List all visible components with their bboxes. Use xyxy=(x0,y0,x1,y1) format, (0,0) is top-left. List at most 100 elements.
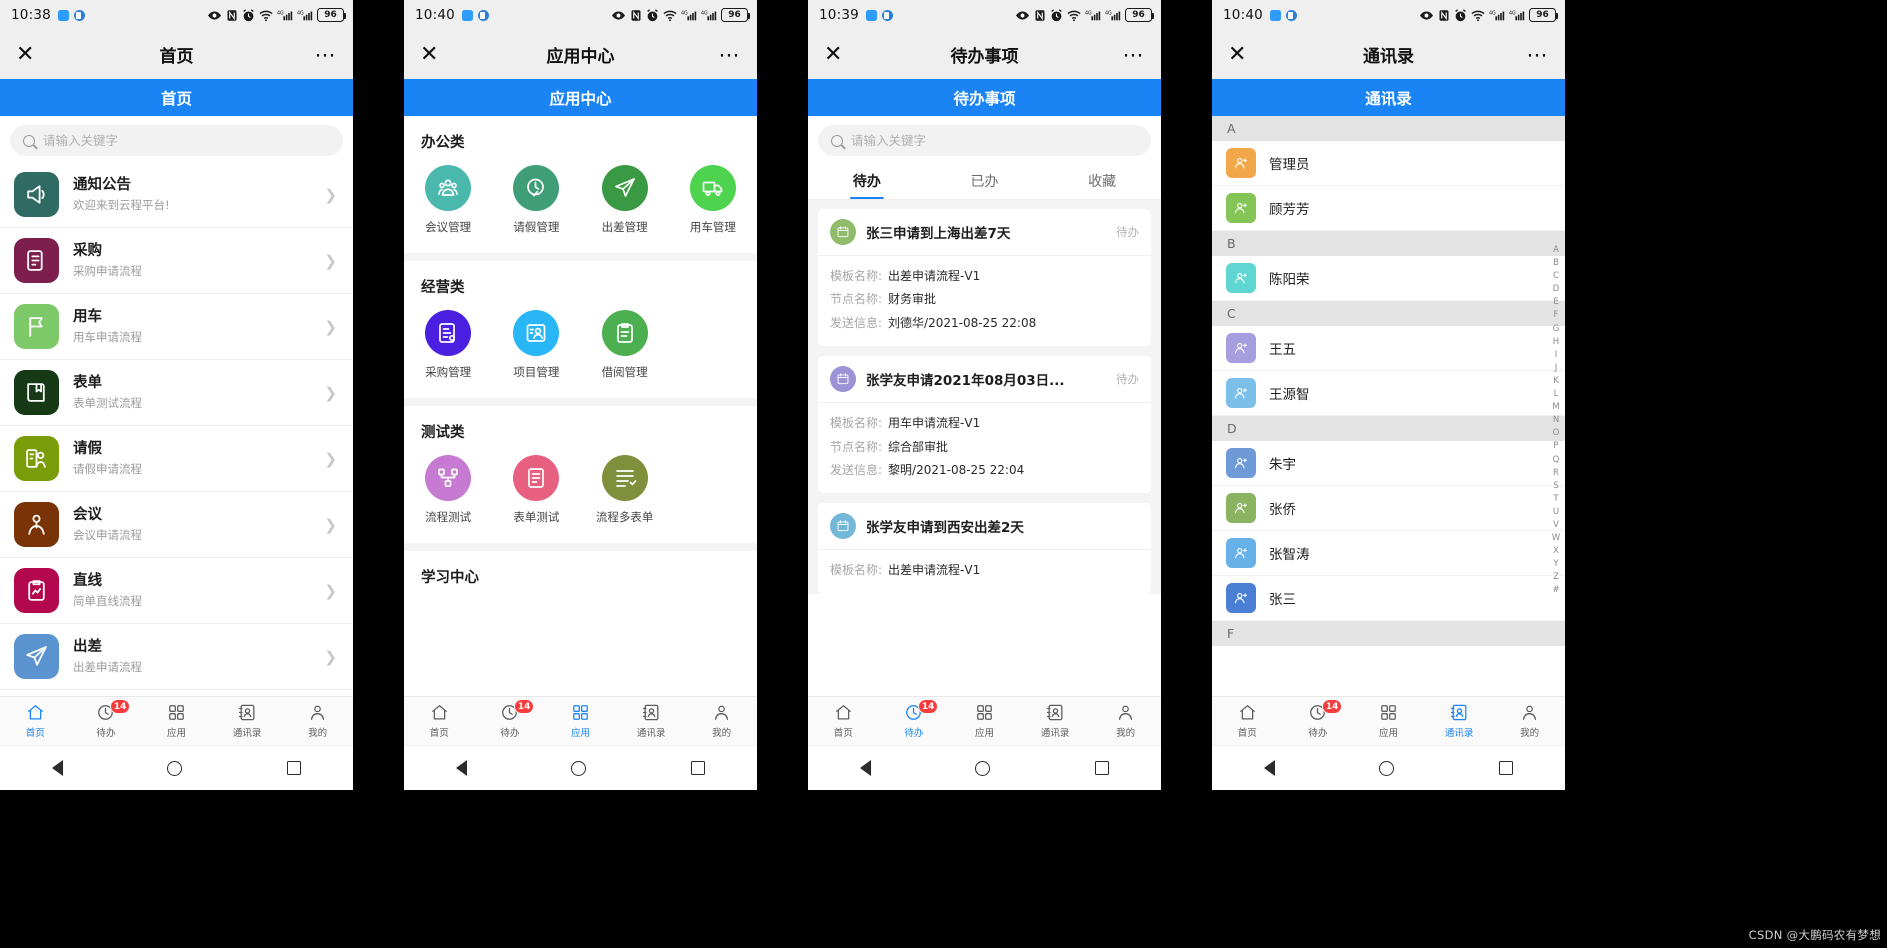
list-item[interactable]: 表单 表单测试流程 ❯ xyxy=(0,360,353,426)
close-icon[interactable]: ✕ xyxy=(1228,43,1246,66)
list-item[interactable]: 出差 出差申请流程 ❯ xyxy=(0,624,353,690)
list-item[interactable]: 会议 会议申请流程 ❯ xyxy=(0,492,353,558)
index-letter[interactable]: F xyxy=(1554,309,1559,322)
index-letter[interactable]: J xyxy=(1555,362,1558,375)
tab-首页[interactable]: 首页 xyxy=(808,697,879,745)
contact-row[interactable]: 张侨 xyxy=(1212,486,1565,531)
home-button[interactable] xyxy=(1379,760,1395,776)
app-tile[interactable]: 采购管理 xyxy=(404,301,492,392)
index-letter[interactable]: K xyxy=(1553,375,1559,388)
index-letter[interactable]: Q xyxy=(1553,454,1560,467)
contact-row[interactable]: 王源智 xyxy=(1212,371,1565,416)
search-input[interactable] xyxy=(43,133,330,148)
todo-tab-收藏[interactable]: 收藏 xyxy=(1043,162,1161,199)
index-letter[interactable]: Z xyxy=(1553,571,1559,584)
index-letter[interactable]: D xyxy=(1553,283,1560,296)
tab-我的[interactable]: 我的 xyxy=(1494,697,1565,745)
index-letter[interactable]: M xyxy=(1552,401,1559,414)
tab-待办[interactable]: 14 待办 xyxy=(475,697,546,745)
back-button[interactable] xyxy=(860,760,872,776)
search-box[interactable] xyxy=(10,125,343,156)
recents-button[interactable] xyxy=(1498,761,1513,775)
tab-应用[interactable]: 应用 xyxy=(545,697,616,745)
tab-待办[interactable]: 14 待办 xyxy=(1283,697,1354,745)
tab-应用[interactable]: 应用 xyxy=(1353,697,1424,745)
index-letter[interactable]: H xyxy=(1553,336,1559,349)
todo-tab-已办[interactable]: 已办 xyxy=(926,162,1044,199)
contact-row[interactable]: 朱宇 xyxy=(1212,441,1565,486)
home-button[interactable] xyxy=(975,760,991,776)
index-letter[interactable]: E xyxy=(1553,296,1558,309)
index-letter[interactable]: # xyxy=(1552,584,1559,597)
list-item[interactable]: 直线 简单直线流程 ❯ xyxy=(0,558,353,624)
recents-button[interactable] xyxy=(1094,761,1109,775)
app-tile[interactable]: 流程测试 xyxy=(404,446,492,537)
tab-待办[interactable]: 14 待办 xyxy=(71,697,142,745)
search-box[interactable] xyxy=(818,125,1151,156)
index-letter[interactable]: B xyxy=(1553,257,1559,270)
index-letter[interactable]: U xyxy=(1553,506,1559,519)
contact-row[interactable]: 顾芳芳 xyxy=(1212,186,1565,231)
tab-通讯录[interactable]: 通讯录 xyxy=(1020,697,1091,745)
index-letter[interactable]: I xyxy=(1555,349,1558,362)
tab-待办[interactable]: 14 待办 xyxy=(879,697,950,745)
tab-通讯录[interactable]: 通讯录 xyxy=(212,697,283,745)
more-options-icon[interactable]: ⋯ xyxy=(1123,44,1146,65)
close-icon[interactable]: ✕ xyxy=(420,43,438,66)
search-input[interactable] xyxy=(851,133,1138,148)
contact-row[interactable]: 张智涛 xyxy=(1212,531,1565,576)
index-letter[interactable]: L xyxy=(1554,388,1559,401)
back-button[interactable] xyxy=(1264,760,1276,776)
recents-button[interactable] xyxy=(286,761,301,775)
list-item[interactable]: 用车 用车申请流程 ❯ xyxy=(0,294,353,360)
todo-tab-待办[interactable]: 待办 xyxy=(808,162,926,199)
tab-我的[interactable]: 我的 xyxy=(686,697,757,745)
index-letter[interactable]: N xyxy=(1553,414,1559,427)
app-tile[interactable]: 请假管理 xyxy=(492,156,580,247)
app-tile[interactable]: 出差管理 xyxy=(581,156,669,247)
tab-首页[interactable]: 首页 xyxy=(404,697,475,745)
index-letter[interactable]: O xyxy=(1553,427,1560,440)
contact-row[interactable]: 张三 xyxy=(1212,576,1565,621)
index-letter[interactable]: Y xyxy=(1553,558,1558,571)
tab-通讯录[interactable]: 通讯录 xyxy=(616,697,687,745)
list-item[interactable]: 采购 采购申请流程 ❯ xyxy=(0,228,353,294)
close-icon[interactable]: ✕ xyxy=(824,43,842,66)
index-letter[interactable]: W xyxy=(1552,532,1560,545)
home-button[interactable] xyxy=(167,760,183,776)
tab-通讯录[interactable]: 通讯录 xyxy=(1424,697,1495,745)
todo-card[interactable]: 张学友申请到西安出差2天 模板名称: 出差申请流程-V1 xyxy=(818,503,1151,594)
index-letter[interactable]: V xyxy=(1553,519,1559,532)
tab-我的[interactable]: 我的 xyxy=(1090,697,1161,745)
more-options-icon[interactable]: ⋯ xyxy=(1527,44,1550,65)
tab-首页[interactable]: 首页 xyxy=(1212,697,1283,745)
app-tile[interactable]: 会议管理 xyxy=(404,156,492,247)
home-button[interactable] xyxy=(571,760,587,776)
more-options-icon[interactable]: ⋯ xyxy=(719,44,742,65)
tab-应用[interactable]: 应用 xyxy=(949,697,1020,745)
index-letter[interactable]: P xyxy=(1553,440,1558,453)
index-letter[interactable]: R xyxy=(1553,467,1559,480)
index-letter[interactable]: C xyxy=(1553,270,1559,283)
alphabet-index[interactable]: A B C D E F G H I J K L M N O P Q R S T U V W X Y Z # xyxy=(1549,244,1563,598)
back-button[interactable] xyxy=(456,760,468,776)
index-letter[interactable]: G xyxy=(1553,323,1560,336)
todo-card[interactable]: 张学友申请2021年08月03日... 待办 模板名称: 用车申请流程-V1 节点名称:… xyxy=(818,356,1151,494)
close-icon[interactable]: ✕ xyxy=(16,43,34,66)
app-tile[interactable]: 流程多表单 xyxy=(581,446,669,537)
index-letter[interactable]: S xyxy=(1553,480,1558,493)
contact-row[interactable]: 王五 xyxy=(1212,326,1565,371)
app-tile[interactable]: 项目管理 xyxy=(492,301,580,392)
index-letter[interactable]: A xyxy=(1553,244,1559,257)
contact-row[interactable]: 管理员 xyxy=(1212,141,1565,186)
more-options-icon[interactable]: ⋯ xyxy=(315,44,338,65)
tab-首页[interactable]: 首页 xyxy=(0,697,71,745)
tab-我的[interactable]: 我的 xyxy=(282,697,353,745)
tab-应用[interactable]: 应用 xyxy=(141,697,212,745)
recents-button[interactable] xyxy=(690,761,705,775)
list-item[interactable]: 通知公告 欢迎来到云程平台! ❯ xyxy=(0,162,353,228)
index-letter[interactable]: T xyxy=(1553,493,1558,506)
app-tile[interactable]: 借阅管理 xyxy=(581,301,669,392)
todo-card[interactable]: 张三申请到上海出差7天 待办 模板名称: 出差申请流程-V1 节点名称: 财务审批 发送信息… xyxy=(818,209,1151,347)
index-letter[interactable]: X xyxy=(1553,545,1559,558)
